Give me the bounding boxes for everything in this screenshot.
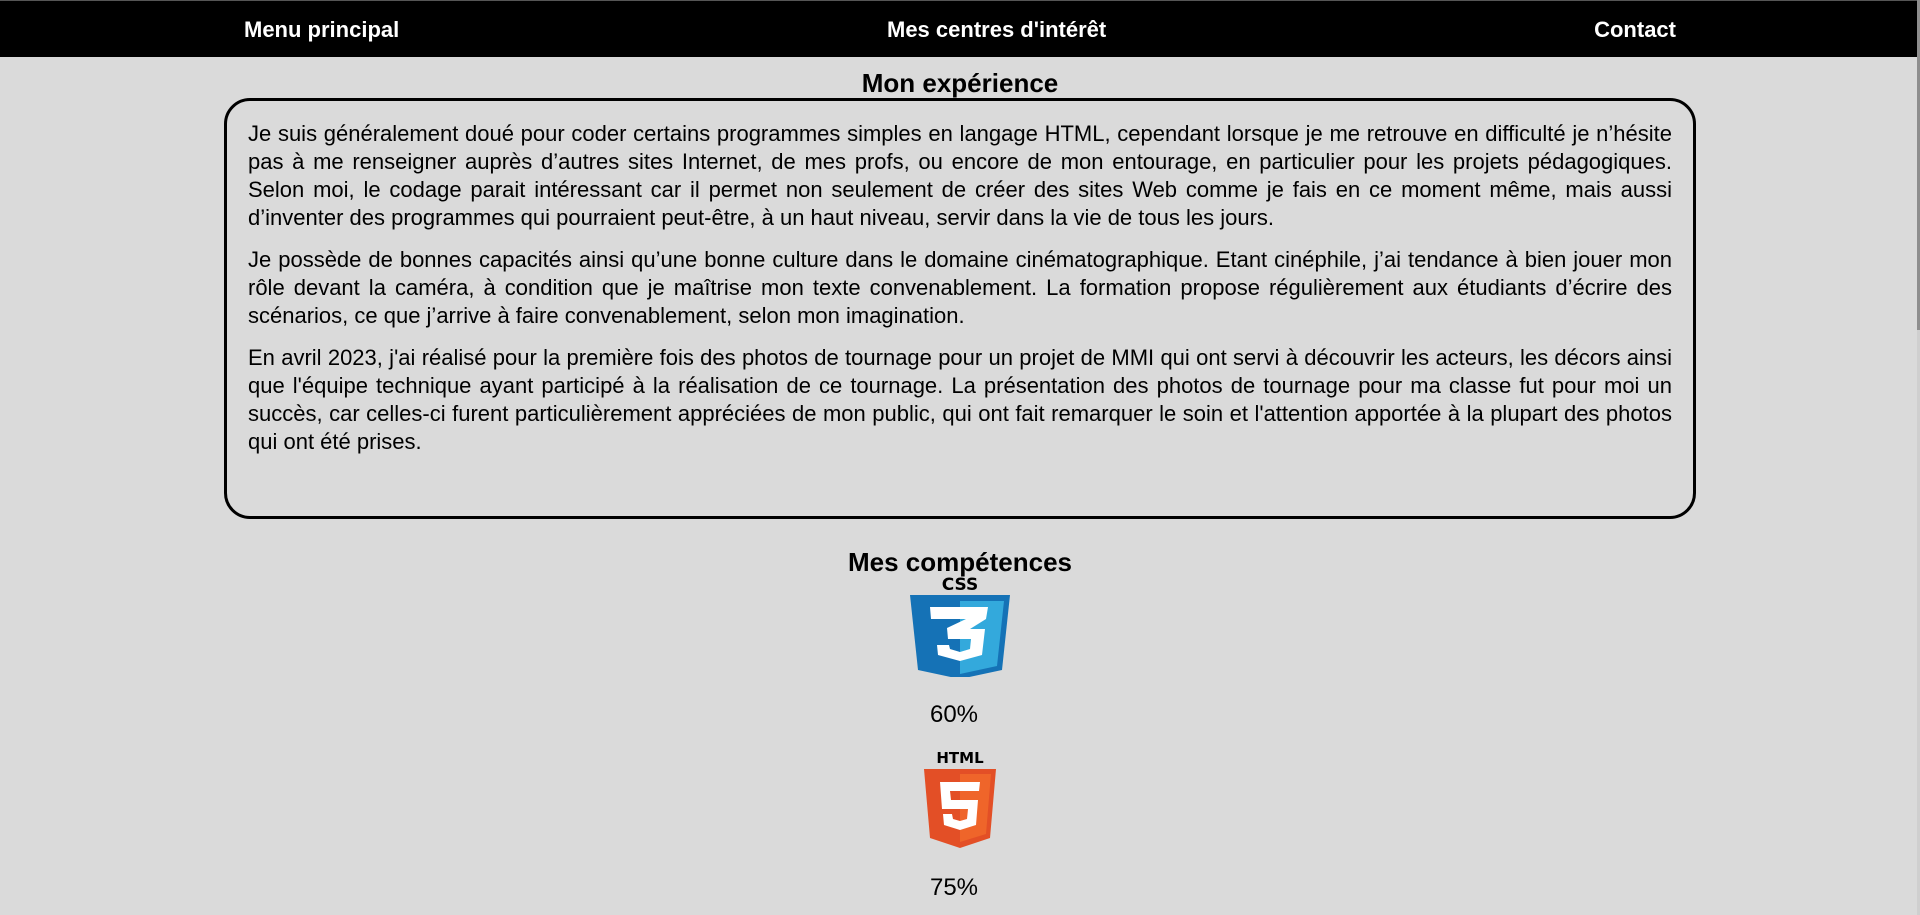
css-logo-text: CSS (942, 577, 979, 595)
html-logo-text: HTML (936, 749, 984, 767)
nav-link-menu-principal[interactable]: Menu principal (244, 1, 399, 58)
experience-paragraph-coding: Je suis généralement doué pour coder cer… (248, 121, 1672, 230)
nav-link-centres-interet[interactable]: Mes centres d'intérêt (887, 1, 1106, 58)
experience-paragraph-cinema: Je possède de bonnes capacités ainsi qu’… (248, 247, 1672, 328)
css3-logo-icon: CSS (910, 577, 1010, 677)
skills-heading: Mes compétences (848, 547, 1072, 577)
experience-heading: Mon expérience (861, 68, 1059, 98)
css-percent-label: 60% (929, 701, 979, 728)
top-navigation-bar: Menu principal Mes centres d'intérêt Con… (0, 0, 1917, 57)
experience-paragraph-photos: En avril 2023, j'ai réalisé pour la prem… (248, 345, 1672, 454)
experience-box: Je suis généralement doué pour coder cer… (224, 98, 1696, 519)
html5-logo-icon: HTML (924, 749, 996, 848)
html-percent-label: 75% (929, 874, 979, 901)
nav-link-contact[interactable]: Contact (1594, 1, 1676, 58)
